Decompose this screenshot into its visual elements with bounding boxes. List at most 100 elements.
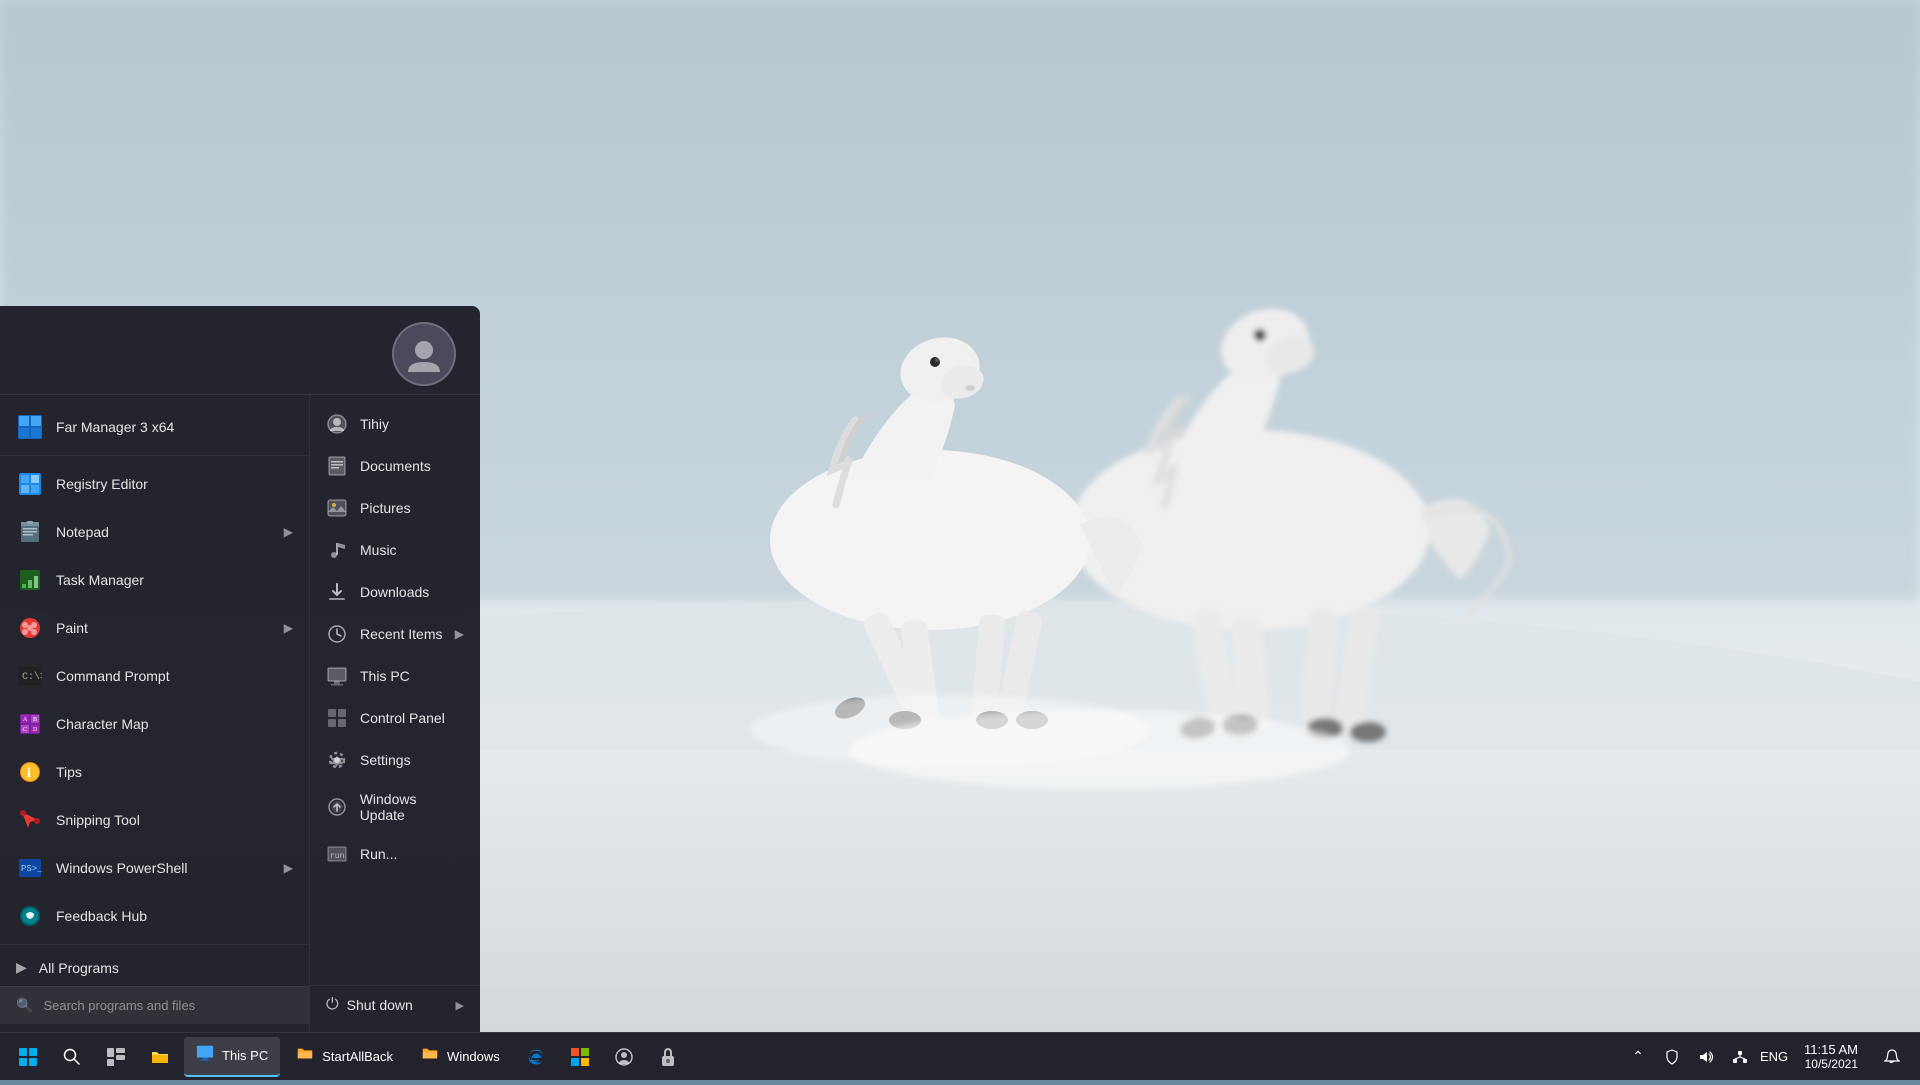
windows-folder-icon bbox=[421, 1045, 439, 1068]
menu-item-tips[interactable]: i Tips bbox=[0, 748, 309, 796]
shutdown-icon: ⏻ bbox=[326, 996, 339, 1014]
menu-item-music[interactable]: Music bbox=[310, 529, 480, 571]
spacer bbox=[310, 875, 480, 985]
menu-item-recent-items[interactable]: Recent Items ▶ bbox=[310, 613, 480, 655]
search-agent-button[interactable] bbox=[604, 1037, 644, 1077]
notepad-label: Notepad bbox=[56, 524, 109, 540]
task-manager-label: Task Manager bbox=[56, 572, 144, 588]
taskbar: This PC StartAllBack Windows bbox=[0, 1032, 1920, 1080]
menu-item-all-programs[interactable]: ▶ All Programs bbox=[0, 949, 309, 986]
tips-icon: i bbox=[16, 758, 44, 786]
registry-editor-icon bbox=[16, 470, 44, 498]
menu-item-far-manager[interactable]: Far Manager 3 x64 bbox=[0, 403, 309, 451]
volume-tray-icon[interactable] bbox=[1690, 1037, 1722, 1077]
menu-item-settings[interactable]: Settings bbox=[310, 739, 480, 781]
edge-button[interactable] bbox=[516, 1037, 556, 1077]
notification-button[interactable] bbox=[1872, 1037, 1912, 1077]
security-tray-icon[interactable] bbox=[1656, 1037, 1688, 1077]
recent-items-arrow: ▶ bbox=[455, 627, 464, 641]
menu-item-this-pc[interactable]: This PC bbox=[310, 655, 480, 697]
clock-date: 10/5/2021 bbox=[1805, 1057, 1858, 1071]
powershell-arrow: ▶ bbox=[284, 861, 293, 875]
menu-item-notepad[interactable]: Notepad ▶ bbox=[0, 508, 309, 556]
search-button[interactable] bbox=[52, 1037, 92, 1077]
user-avatar[interactable] bbox=[392, 322, 456, 386]
paint-arrow: ▶ bbox=[284, 621, 293, 635]
this-pc-taskbar-label: This PC bbox=[222, 1048, 268, 1063]
settings-icon bbox=[326, 749, 348, 771]
startallback-icon bbox=[296, 1045, 314, 1068]
menu-item-feedback-hub[interactable]: Feedback Hub bbox=[0, 892, 309, 940]
start-button[interactable] bbox=[8, 1037, 48, 1077]
store-button[interactable] bbox=[560, 1037, 600, 1077]
divider-1 bbox=[0, 455, 309, 456]
pictures-icon bbox=[326, 497, 348, 519]
windows-update-label: Windows Update bbox=[360, 791, 464, 823]
task-view-button[interactable] bbox=[96, 1037, 136, 1077]
menu-item-tihiy[interactable]: Tihiy bbox=[310, 403, 480, 445]
notepad-icon bbox=[16, 518, 44, 546]
language-label: ENG bbox=[1760, 1049, 1788, 1064]
control-panel-icon bbox=[326, 707, 348, 729]
run-label: Run... bbox=[360, 846, 397, 862]
tihiy-icon bbox=[326, 413, 348, 435]
far-manager-label: Far Manager 3 x64 bbox=[56, 419, 174, 435]
menu-item-paint[interactable]: Paint ▶ bbox=[0, 604, 309, 652]
run-icon: run bbox=[326, 843, 348, 865]
character-map-icon: ABCD bbox=[16, 710, 44, 738]
clock-area[interactable]: 11:15 AM 10/5/2021 bbox=[1792, 1037, 1870, 1077]
recent-items-label: Recent Items bbox=[360, 626, 442, 642]
taskbar-app-this-pc[interactable]: This PC bbox=[184, 1037, 280, 1077]
taskbar-right: ⌃ ENG bbox=[1622, 1037, 1920, 1077]
menu-item-task-manager[interactable]: Task Manager bbox=[0, 556, 309, 604]
menu-item-run[interactable]: run Run... bbox=[310, 833, 480, 875]
menu-item-pictures[interactable]: Pictures bbox=[310, 487, 480, 529]
shutdown-bar[interactable]: ⏻ Shut down ▶ bbox=[310, 985, 480, 1024]
taskbar-left: This PC StartAllBack Windows bbox=[0, 1037, 1622, 1077]
notepad-arrow: ▶ bbox=[284, 525, 293, 539]
task-manager-icon bbox=[16, 566, 44, 594]
powershell-icon: PS>_ bbox=[16, 854, 44, 882]
recent-items-icon bbox=[326, 623, 348, 645]
character-map-label: Character Map bbox=[56, 716, 149, 732]
registry-editor-label: Registry Editor bbox=[56, 476, 148, 492]
svg-text:D: D bbox=[33, 727, 38, 733]
music-label: Music bbox=[360, 542, 397, 558]
menu-item-control-panel[interactable]: Control Panel bbox=[310, 697, 480, 739]
snipping-tool-icon bbox=[16, 806, 44, 834]
svg-text:B: B bbox=[33, 717, 37, 723]
file-explorer-button[interactable] bbox=[140, 1037, 180, 1077]
menu-item-command-prompt[interactable]: C:\>_ Command Prompt bbox=[0, 652, 309, 700]
control-panel-label: Control Panel bbox=[360, 710, 445, 726]
taskbar-app-startallback[interactable]: StartAllBack bbox=[284, 1037, 405, 1077]
network-tray-icon[interactable] bbox=[1724, 1037, 1756, 1077]
paint-label: Paint bbox=[56, 620, 88, 636]
language-indicator[interactable]: ENG bbox=[1758, 1037, 1790, 1077]
menu-item-downloads[interactable]: Downloads bbox=[310, 571, 480, 613]
taskbar-app-windows[interactable]: Windows bbox=[409, 1037, 512, 1077]
powershell-label: Windows PowerShell bbox=[56, 860, 188, 876]
lock-button[interactable] bbox=[648, 1037, 688, 1077]
search-input[interactable] bbox=[43, 998, 293, 1013]
svg-text:PS>_: PS>_ bbox=[21, 864, 42, 874]
svg-text:C: C bbox=[23, 727, 27, 733]
tray-expand-button[interactable]: ⌃ bbox=[1622, 1037, 1654, 1077]
far-manager-icon bbox=[16, 413, 44, 441]
menu-item-character-map[interactable]: ABCD Character Map bbox=[0, 700, 309, 748]
menu-item-snipping-tool[interactable]: Snipping Tool bbox=[0, 796, 309, 844]
menu-item-registry-editor[interactable]: Registry Editor bbox=[0, 460, 309, 508]
menu-body: Far Manager 3 x64 Registry Editor Notepa… bbox=[0, 395, 480, 1032]
downloads-icon bbox=[326, 581, 348, 603]
menu-item-documents[interactable]: Documents bbox=[310, 445, 480, 487]
command-prompt-icon: C:\>_ bbox=[16, 662, 44, 690]
pictures-label: Pictures bbox=[360, 500, 411, 516]
paint-icon bbox=[16, 614, 44, 642]
this-pc-label: This PC bbox=[360, 668, 410, 684]
menu-item-powershell[interactable]: PS>_ Windows PowerShell ▶ bbox=[0, 844, 309, 892]
windows-update-icon bbox=[326, 796, 348, 818]
all-programs-label: All Programs bbox=[39, 960, 119, 976]
menu-item-windows-update[interactable]: Windows Update bbox=[310, 781, 480, 833]
documents-label: Documents bbox=[360, 458, 431, 474]
music-icon bbox=[326, 539, 348, 561]
svg-text:run: run bbox=[330, 852, 345, 861]
